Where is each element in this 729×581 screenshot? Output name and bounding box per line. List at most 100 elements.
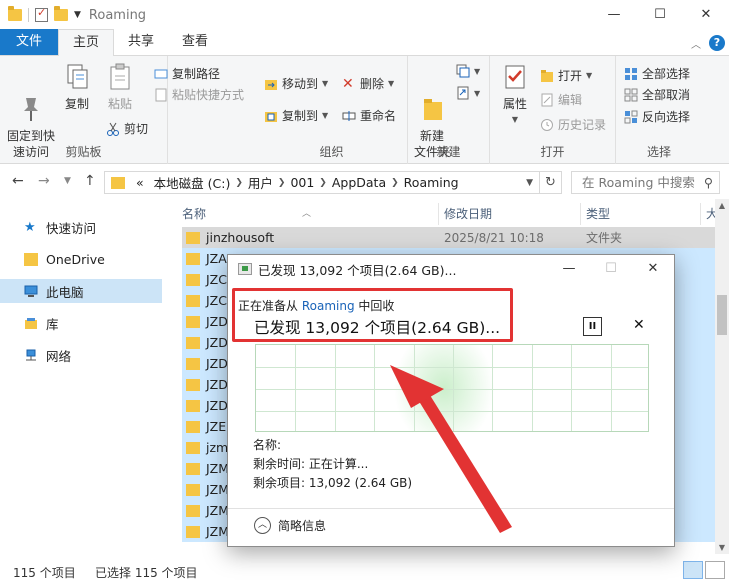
breadcrumb-separator-icon[interactable]: ❯ [235, 178, 243, 188]
delete-button[interactable]: ✕ 删除 ▼ [342, 75, 394, 92]
nav-item-network[interactable]: 网络 [0, 343, 162, 367]
cancel-operation-button[interactable]: ✕ [633, 317, 645, 333]
invert-selection-button[interactable]: 反向选择 [624, 108, 690, 125]
select-group-label: 选择 [646, 145, 671, 159]
scrollbar-thumb[interactable] [717, 295, 727, 335]
copy-label: 复制 [64, 97, 89, 111]
properties-icon[interactable] [35, 6, 48, 22]
large-icons-view-button[interactable] [705, 561, 725, 579]
breadcrumb-users[interactable]: 用户 [248, 173, 273, 192]
tab-view[interactable]: 查看 [168, 29, 222, 55]
open-group: 属性 ▼ 打开 ▼ 编辑 历史记录 打开 [490, 56, 616, 164]
minimize-button[interactable]: — [591, 0, 637, 30]
column-divider[interactable] [700, 203, 701, 225]
breadcrumb-appdata[interactable]: AppData [332, 175, 386, 190]
easy-access-icon [456, 86, 470, 100]
chevron-down-icon: ▼ [474, 66, 481, 76]
breadcrumb-local-disk[interactable]: 本地磁盘 (C:) [154, 173, 231, 192]
folder-icon [186, 483, 200, 496]
collapse-ribbon-chevron-icon[interactable]: ︿ [691, 36, 701, 51]
address-bar[interactable]: « 本地磁盘 (C:) ❯ 用户 ❯ 001 ❯ AppData ❯ Roami… [104, 171, 540, 194]
select-none-button[interactable]: 全部取消 [624, 86, 690, 103]
properties-button[interactable]: 属性 ▼ [498, 62, 532, 128]
table-row[interactable]: jinzhousoft 2025/8/21 10:18 文件夹 [182, 227, 715, 248]
address-history-chevron-icon[interactable]: ▼ [526, 178, 533, 188]
back-arrow-icon[interactable]: ← [12, 173, 24, 189]
search-input[interactable]: 在 Roaming 中搜索 ⚲ [571, 171, 720, 194]
source-folder-link[interactable]: Roaming [302, 299, 355, 313]
tab-share[interactable]: 共享 [114, 29, 168, 55]
vertical-scrollbar[interactable]: ▲ ▼ [715, 199, 729, 554]
item-count: 115 个项目 [13, 566, 76, 580]
customize-toolbar-chevron-icon[interactable]: ▼ [74, 10, 81, 20]
column-header-date[interactable]: 修改日期 [444, 203, 492, 225]
copy-button[interactable]: 复制 [60, 62, 94, 112]
less-details-button[interactable]: ︿ 简略信息 [254, 517, 326, 534]
easy-access-button[interactable]: ▼ [456, 86, 480, 100]
chevron-down-icon: ▼ [388, 79, 395, 88]
dialog-close-button[interactable]: ✕ [632, 255, 674, 283]
breadcrumb-001[interactable]: 001 [290, 175, 314, 190]
breadcrumb-separator-icon[interactable]: ❯ [278, 178, 286, 188]
folder-icon [186, 420, 200, 433]
current-item-name: 名称: [253, 438, 282, 452]
nav-item-this-pc[interactable]: 此电脑 [0, 279, 162, 303]
sort-chevron-up-icon: ︿ [302, 209, 312, 219]
chevron-down-icon: ▼ [474, 88, 481, 98]
tab-home[interactable]: 主页 [58, 29, 115, 56]
forward-arrow-icon[interactable]: → [38, 173, 50, 189]
folder-icon [186, 252, 200, 265]
breadcrumb-overflow[interactable]: « [136, 175, 144, 190]
chevron-down-icon: ▼ [586, 71, 593, 80]
folder-icon [186, 273, 200, 286]
throughput-graph [255, 344, 649, 432]
paste-button[interactable]: 粘贴 [100, 62, 140, 112]
maximize-button[interactable]: ☐ [637, 0, 683, 30]
up-arrow-icon[interactable]: ↑ [84, 173, 96, 189]
help-icon[interactable]: ? [709, 35, 725, 51]
close-button[interactable]: ✕ [683, 0, 729, 30]
column-divider[interactable] [580, 203, 581, 225]
copy-to-button[interactable]: 复制到 ▼ [264, 107, 328, 124]
copy-path-button[interactable]: 复制路径 [154, 65, 220, 82]
edit-button[interactable]: 编辑 [540, 91, 582, 108]
divider [228, 508, 674, 509]
nav-item-quick-access[interactable]: ★ 快速访问 [0, 215, 162, 239]
column-divider[interactable] [438, 203, 439, 225]
open-label: 打开 [558, 69, 583, 83]
open-button[interactable]: 打开 ▼ [540, 67, 592, 84]
paste-shortcut-button[interactable]: 粘贴快捷方式 [154, 86, 244, 103]
new-folder-icon[interactable] [54, 6, 68, 21]
select-all-button[interactable]: 全部选择 [624, 65, 690, 82]
column-header-name[interactable]: 名称 [182, 203, 206, 225]
nav-item-onedrive[interactable]: OneDrive [0, 247, 162, 271]
chevron-down-icon: ▼ [322, 79, 329, 88]
new-item-button[interactable]: ▼ [456, 64, 480, 78]
pause-button[interactable]: II [583, 317, 602, 336]
edit-label: 编辑 [558, 93, 583, 107]
tab-file[interactable]: 文件 [0, 29, 59, 55]
delete-icon: ✕ [342, 75, 354, 92]
breadcrumb-separator-icon[interactable]: ❯ [391, 178, 399, 188]
dialog-minimize-button[interactable]: — [548, 255, 590, 283]
nav-item-libraries[interactable]: 库 [0, 311, 162, 335]
rename-button[interactable]: 重命名 [342, 107, 396, 124]
graph-gridline [256, 367, 648, 368]
breadcrumb-separator-icon[interactable]: ❯ [319, 178, 327, 188]
recent-locations-chevron-icon[interactable]: ▼ [64, 176, 71, 186]
history-button[interactable]: 历史记录 [540, 116, 606, 133]
column-header-type[interactable]: 类型 [586, 203, 610, 225]
cut-button[interactable]: 剪切 [106, 120, 148, 137]
refresh-button[interactable]: ↻ [540, 171, 562, 194]
edit-icon [540, 93, 554, 107]
folder-icon [186, 315, 200, 328]
details-view-button[interactable] [683, 561, 703, 579]
move-to-button[interactable]: 移动到 ▼ [264, 75, 328, 92]
breadcrumb-roaming[interactable]: Roaming [404, 175, 459, 190]
scroll-down-icon[interactable]: ▼ [715, 543, 729, 552]
scroll-up-icon[interactable]: ▲ [715, 201, 729, 210]
graph-gridline [374, 345, 375, 431]
new-item-icon [456, 64, 470, 78]
graph-gridline [492, 345, 493, 431]
preparing-prefix: 正在准备从 [238, 299, 302, 313]
